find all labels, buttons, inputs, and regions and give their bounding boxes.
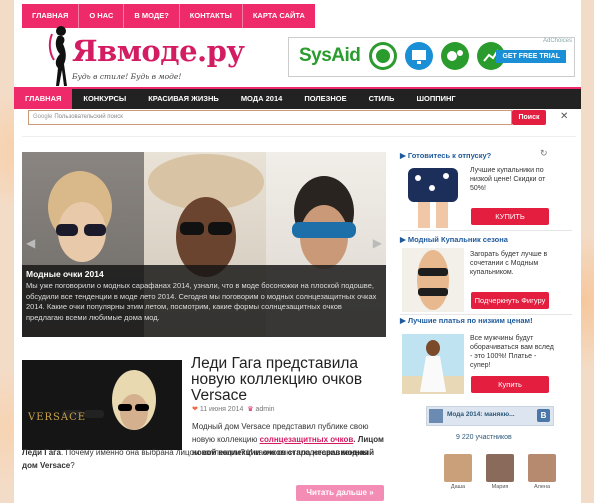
sidebar-buy-button-3[interactable]: Купить [471,376,549,393]
article-date: 11 июня 2014 [199,406,244,413]
search-input[interactable]: Google Пользовательский поиск [28,110,512,125]
logo-tagline: Будь в стиле! Будь в моде! [72,72,182,81]
sidebar-widget-3-text: Все мужчины будут оборачиваться вам всле… [470,335,554,369]
swimsuit-image-1[interactable] [402,164,464,228]
member-avatar[interactable] [528,454,556,482]
free-trial-button[interactable]: GET FREE TRIAL [496,50,566,63]
article-author[interactable]: admin [256,406,275,413]
main-nav-contests[interactable]: КОНКУРСЫ [72,89,137,109]
slider-prev-icon[interactable]: ◀ [26,236,35,250]
vk-logo-icon[interactable]: B [537,409,550,422]
play-icon: ▶ [400,316,406,325]
top-nav-sitemap[interactable]: КАРТА САЙТА [243,4,315,28]
article-thumbnail[interactable]: VERSACE [22,360,182,450]
excerpt-part: ? [70,461,75,470]
vk-member-count: 9 220 участников [456,434,512,441]
divider [22,136,576,137]
ad-choices-label[interactable]: AdChoices [543,38,572,44]
member-name: Мария [491,484,509,490]
slider-next-icon[interactable]: ▶ [373,236,382,250]
close-icon[interactable]: ✕ [560,111,568,122]
google-label: Google [33,114,53,120]
article-excerpt-continued: Леди Гага. Почему именно она выбрана лиц… [22,446,388,472]
widget-1-title-link[interactable]: Готовитесь к отпуску? [408,151,491,160]
excerpt-part: . Почему именно она выбрана лицом коллек… [60,448,342,457]
play-icon: ▶ [400,235,406,244]
sidebar-widget-2-title: ▶ Модный Купальник сезона [400,235,508,244]
slide-caption-text: Мы уже поговорили о модных сарафанах 201… [26,281,377,322]
monitor-icon [405,42,433,70]
gears-icon [441,42,469,70]
main-nav-beautiful-life[interactable]: КРАСИВАЯ ЖИЗНЬ [137,89,230,109]
main-nav: ГЛАВНАЯ КОНКУРСЫ КРАСИВАЯ ЖИЗНЬ МОДА 201… [14,87,581,109]
swimsuit-image-2[interactable] [402,248,464,312]
main-nav-fashion-2014[interactable]: МОДА 2014 [230,89,294,109]
main-nav-style[interactable]: СТИЛЬ [358,89,406,109]
member-name: Алена [533,484,551,490]
search-row: Google Пользовательский поиск Поиск ✕ [14,110,581,126]
ad-banner[interactable]: AdChoices SysAid GET FREE TRIAL [288,37,575,77]
widget-2-title-link[interactable]: Модный Купальник сезона [408,235,508,244]
thumb-brand-label: VERSACE [28,412,87,423]
main-nav-home[interactable]: ГЛАВНАЯ [14,89,73,109]
logo-title: Явмоде.ру [72,34,245,68]
calendar-icon: ❤ [192,406,198,413]
sidebar-shape-button[interactable]: Подчеркнуть Фигуру [471,292,549,309]
slide-caption: Модные очки 2014 Мы уже поговорили о мод… [22,265,386,337]
user-icon: ♛ [247,406,254,413]
sidebar-widget-3-title: ▶ Лучшие платья по низким ценам! [400,316,558,326]
member-name: Даша [450,484,466,490]
group-avatar-icon [429,409,443,423]
dress-image[interactable] [402,334,464,394]
refresh-icon[interactable]: ↻ [540,148,548,159]
ad-brand: SysAid [299,45,361,66]
sidebar-widget-1-text: Лучшие купальники по низкой цене! Скидки… [470,167,546,192]
featured-slider[interactable]: ◀ ▶ Модные очки 2014 Мы уже поговорили о… [22,152,386,337]
site-logo[interactable]: Явмоде.ру Будь в стиле! Будь в моде! [42,24,245,90]
sidebar-widget-1-title: ▶ Готовитесь к отпуску? [400,151,491,160]
page: ГЛАВНАЯ О НАС В МОДЕ? КОНТАКТЫ КАРТА САЙ… [14,0,581,503]
article-title[interactable]: Леди Гага представила новую коллекцию оч… [191,356,391,404]
vk-group-bar[interactable]: Мода 2014: манякю... B [426,406,554,426]
sidebar-widget-2-text: Загорать будет лучше в сочетании с Модны… [470,251,548,276]
sunglasses-link[interactable]: солнцезащитных очков [260,435,354,444]
woman-silhouette-icon [48,26,67,86]
vk-group-widget: Мода 2014: манякю... B 9 220 участников … [416,400,556,490]
search-placeholder: Пользовательский поиск [54,114,123,120]
member-avatar[interactable] [444,454,472,482]
excerpt-lady-gaga: Леди Гага [22,448,61,457]
widget-3-title-link[interactable]: Лучшие платья по низким ценам! [408,316,533,325]
main-nav-useful[interactable]: ПОЛЕЗНОЕ [293,89,357,109]
play-icon: ▶ [400,151,406,160]
vk-group-name[interactable]: Мода 2014: манякю... [447,411,515,418]
lifebuoy-icon [369,42,397,70]
read-more-button[interactable]: Читать дальше » [296,485,384,501]
search-button[interactable]: Поиск [512,110,546,125]
sidebar-separator [400,314,572,315]
sidebar-buy-button-1[interactable]: КУПИТЬ [471,208,549,225]
article-meta: ❤ 11 июня 2014 ♛ admin [192,405,275,413]
member-avatar[interactable] [486,454,514,482]
sidebar-separator [400,230,572,231]
main-nav-shopping[interactable]: ШОППИНГ [405,89,466,109]
slide-caption-title[interactable]: Модные очки 2014 [26,269,104,279]
